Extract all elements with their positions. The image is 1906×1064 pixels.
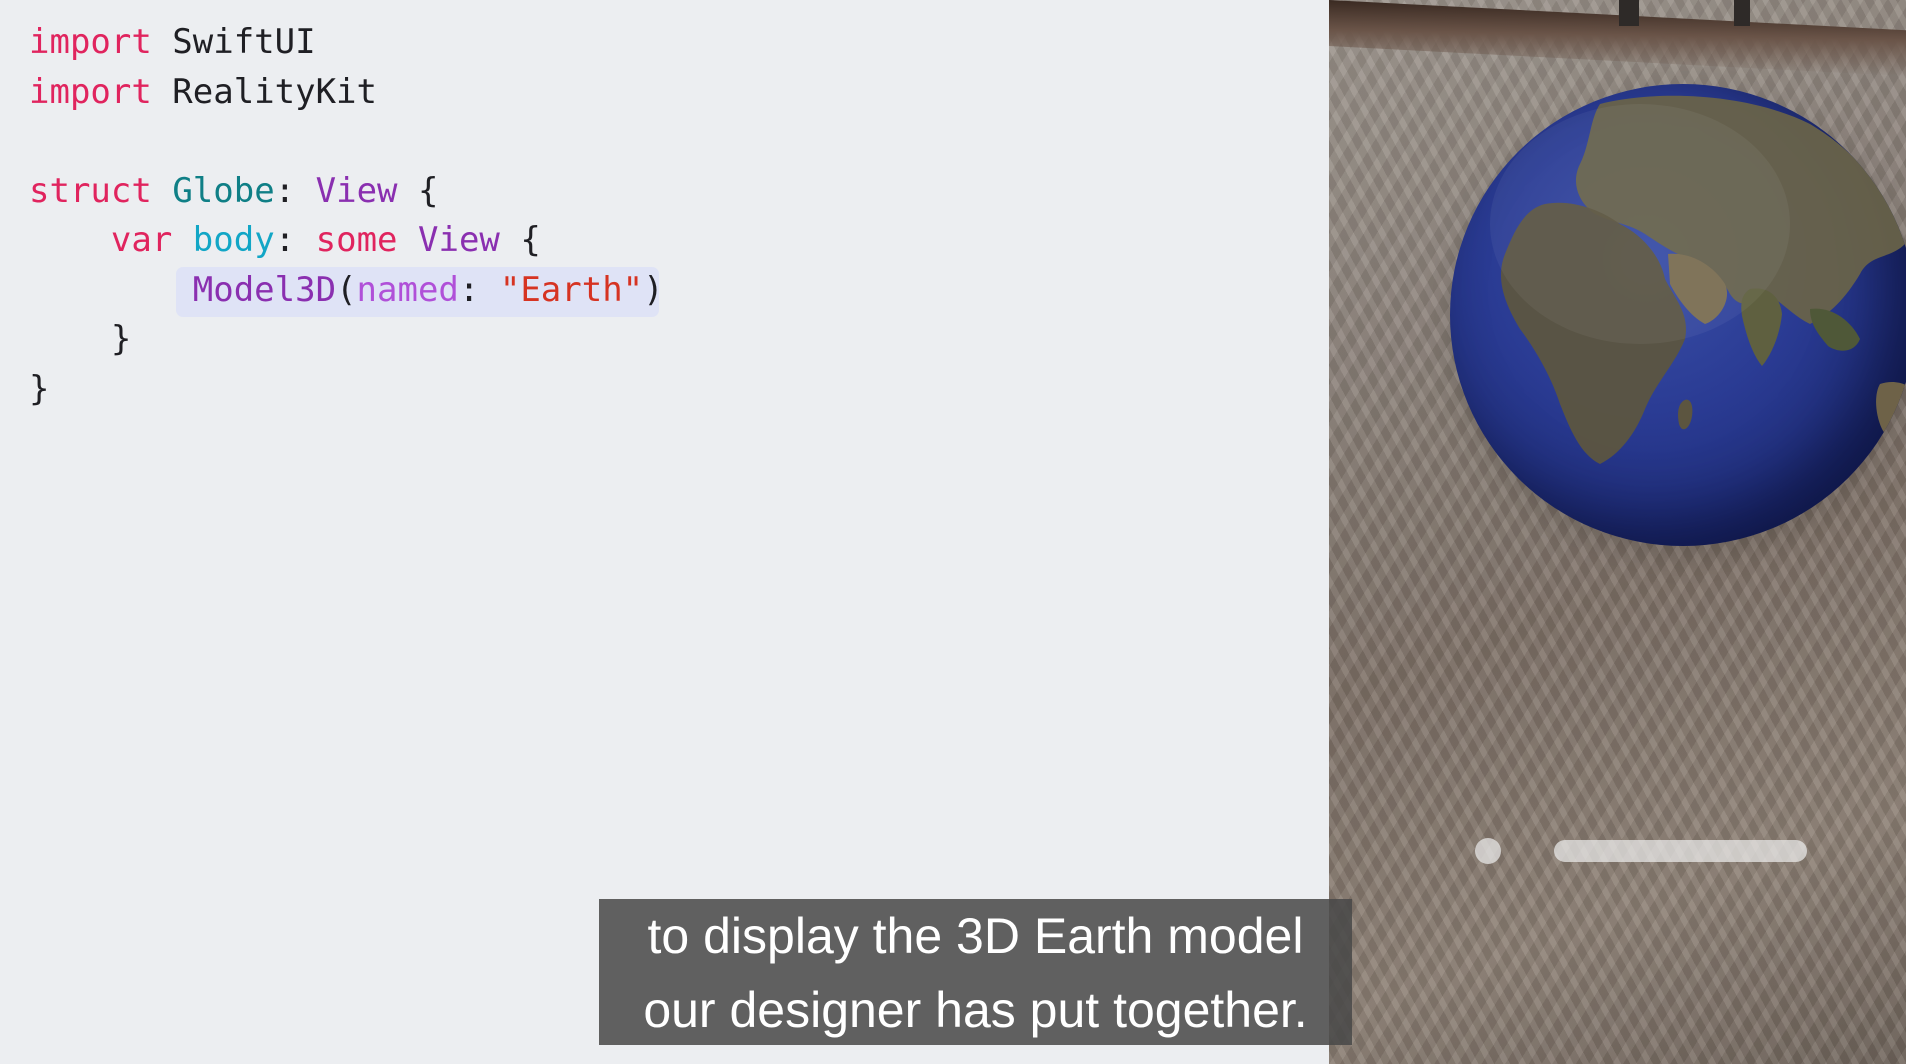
subtitle-caption: to display the 3D Earth model our design… [599, 899, 1352, 1045]
table-leg [1619, 0, 1639, 26]
code-token: struct [29, 170, 152, 211]
code-block: import SwiftUI import RealityKit struct G… [29, 18, 664, 414]
code-token: View [315, 170, 398, 211]
window-close-dot[interactable] [1475, 838, 1501, 864]
code-token: ) [643, 269, 664, 310]
room-wall-edge [1329, 0, 1906, 77]
earth-globe [1450, 84, 1906, 546]
code-line: import SwiftUI [29, 18, 664, 68]
code-token: : [274, 170, 316, 211]
code-line: var body: some View { [29, 216, 664, 266]
video-frame: import SwiftUI import RealityKit struct G… [0, 0, 1906, 1064]
subtitle-line-1: to display the 3D Earth model [647, 908, 1304, 964]
code-line: } [29, 315, 664, 365]
code-token: body [192, 220, 275, 260]
code-line: import RealityKit [29, 68, 664, 118]
code-token: "Earth" [499, 269, 644, 310]
globe-preview [1329, 0, 1906, 1064]
code-token: { [499, 220, 541, 260]
code-token: : [274, 220, 316, 260]
code-token: } [29, 319, 132, 359]
code-token: Model3D [192, 269, 337, 310]
code-token: named [356, 269, 459, 310]
code-token: RealityKit [151, 71, 377, 112]
code-token: ( [336, 269, 357, 310]
code-line: Model3D(named: "Earth") [29, 266, 664, 316]
code-token: some [315, 220, 398, 260]
code-line: } [29, 365, 664, 415]
code-line: struct Globe: View { [29, 167, 664, 217]
subtitle-line-2: our designer has put together. [643, 982, 1308, 1038]
code-token: SwiftUI [151, 22, 316, 62]
code-token: { [397, 170, 439, 211]
code-token: } [29, 368, 50, 409]
code-token: Globe [172, 170, 275, 211]
code-token: : [458, 269, 500, 310]
code-token: View [418, 220, 500, 260]
window-grab-bar[interactable] [1554, 840, 1807, 862]
table-leg [1734, 0, 1750, 26]
code-token: var [110, 220, 173, 260]
earth-continents [1490, 95, 1906, 464]
code-token: import [29, 71, 152, 112]
code-token: import [29, 22, 152, 62]
